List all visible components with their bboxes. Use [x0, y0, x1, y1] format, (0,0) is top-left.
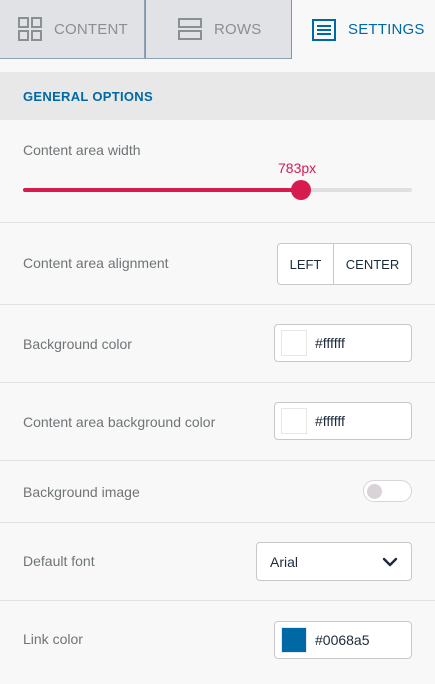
- background-color-label: Background color: [23, 336, 132, 352]
- content-bg-color-field[interactable]: #ffffff: [274, 402, 412, 440]
- background-color-field[interactable]: #ffffff: [274, 324, 412, 362]
- slider-fill: [23, 188, 302, 192]
- rows-icon: [178, 18, 202, 40]
- link-color-swatch[interactable]: [281, 627, 307, 653]
- section-title: GENERAL OPTIONS: [23, 88, 153, 104]
- tab-settings-label: SETTINGS: [348, 21, 425, 38]
- content-width-slider[interactable]: [23, 180, 412, 200]
- grid-icon: [18, 17, 42, 41]
- content-width-label: Content area width: [23, 142, 141, 158]
- tab-rows[interactable]: ROWS: [145, 0, 292, 59]
- alignment-label: Content area alignment: [23, 255, 169, 271]
- content-width-row: [0, 120, 435, 223]
- default-font-label: Default font: [23, 553, 95, 569]
- content-bg-color-label: Content area background color: [23, 414, 216, 430]
- chevron-down-icon: [382, 557, 398, 566]
- tab-settings[interactable]: SETTINGS: [292, 0, 435, 59]
- link-color-value: #0068a5: [315, 632, 370, 648]
- align-center-button[interactable]: CENTER: [334, 244, 411, 284]
- background-image-toggle[interactable]: [363, 480, 412, 502]
- align-left-button[interactable]: LEFT: [278, 244, 334, 284]
- tab-rows-label: ROWS: [214, 20, 262, 38]
- default-font-value: Arial: [270, 553, 299, 570]
- tab-content-label: CONTENT: [54, 20, 128, 38]
- content-width-value: 783px: [278, 160, 317, 176]
- slider-thumb[interactable]: [291, 180, 312, 200]
- background-color-value: #ffffff: [315, 335, 345, 351]
- background-image-label: Background image: [23, 484, 140, 500]
- content-bg-color-swatch[interactable]: [281, 408, 307, 434]
- tab-bar: CONTENT ROWS SETTINGS: [0, 0, 435, 59]
- toggle-knob: [367, 484, 382, 499]
- section-header: GENERAL OPTIONS: [0, 72, 435, 120]
- link-color-field[interactable]: #0068a5: [274, 621, 412, 659]
- tab-content[interactable]: CONTENT: [0, 0, 145, 59]
- content-bg-color-value: #ffffff: [315, 413, 345, 429]
- link-color-label: Link color: [23, 631, 83, 647]
- default-font-select[interactable]: Arial: [256, 542, 412, 581]
- settings-list-icon: [312, 18, 336, 41]
- alignment-toggle-group: LEFT CENTER: [277, 243, 412, 285]
- background-color-swatch[interactable]: [281, 330, 307, 356]
